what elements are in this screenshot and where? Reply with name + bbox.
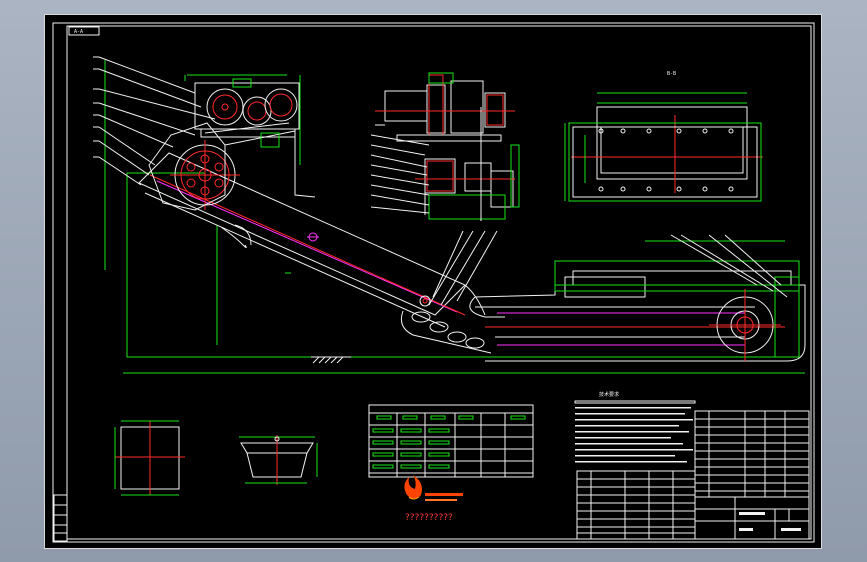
section-label: B-B — [667, 71, 676, 77]
title-block — [694, 496, 810, 540]
horizontal-conveyor-section — [469, 240, 806, 362]
outer-frame — [52, 22, 815, 543]
parameter-table — [368, 404, 534, 478]
flame-logo-icon — [404, 475, 463, 501]
detail-view-channel — [239, 435, 318, 485]
main-elevation-view — [93, 56, 806, 374]
gear-reducer — [184, 74, 300, 148]
scraper-conveyor-assembly-drawing: A-A B-B 技术要求 ?????????? — [52, 22, 815, 543]
watermark-text: ?????????? — [405, 513, 453, 523]
drive-side-section — [370, 72, 520, 221]
title-tag: A-A — [74, 29, 83, 35]
revision-block — [53, 494, 68, 542]
tail-chain-section — [400, 284, 492, 354]
cad-drawing-viewport[interactable]: A-A B-B 技术要求 ?????????? — [44, 14, 822, 549]
technical-notes: 技术要求 — [574, 391, 696, 463]
detail-view-left — [114, 420, 185, 496]
notes-title: 技术要求 — [599, 391, 619, 398]
drive-sprocket — [170, 140, 240, 210]
section-plan-view: B-B — [564, 71, 763, 202]
parts-list — [576, 410, 810, 540]
